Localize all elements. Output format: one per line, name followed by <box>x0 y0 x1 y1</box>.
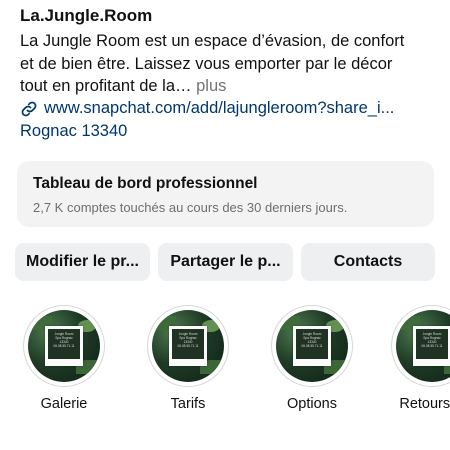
share-profile-button[interactable]: Partager le p... <box>158 243 293 281</box>
highlight-cover-image: Jungle Room Spa Rognac 13340 06.08.55.71.11 <box>396 310 450 382</box>
bio-line-text: tout en profitant de la… <box>20 77 192 95</box>
link-icon <box>21 101 37 116</box>
profile-link[interactable]: www.snapchat.com/add/lajungleroom?share_… <box>20 99 394 118</box>
polaroid-text: Jungle Room Spa Rognac 13340 06.08.55.71.11 <box>296 329 328 359</box>
highlight-cover-image: Jungle Room Spa Rognac 13340 06.08.55.71.11 <box>152 310 224 382</box>
polaroid-frame: Jungle Room Spa Rognac 13340 06.08.55.71.11 <box>45 326 83 366</box>
polaroid-text: Jungle Room Spa Rognac 13340 06.08.55.71.11 <box>48 329 80 359</box>
highlight-cover: Jungle Room Spa Rognac 13340 06.08.55.71.11 <box>23 305 105 387</box>
contacts-button[interactable]: Contacts <box>301 243 435 281</box>
polaroid-frame: Jungle Room Spa Rognac 13340 06.08.55.71.11 <box>169 326 207 366</box>
polaroid-text: Jungle Room Spa Rognac 13340 06.08.55.71.11 <box>416 329 448 359</box>
highlight-cover-image: Jungle Room Spa Rognac 13340 06.08.55.71.11 <box>28 310 100 382</box>
highlight-options[interactable]: Jungle Room Spa Rognac 13340 06.08.55.71.11… <box>262 305 362 412</box>
highlight-label: Retours C <box>399 396 450 412</box>
highlight-cover-image: Jungle Room Spa Rognac 13340 06.08.55.71.11 <box>276 310 348 382</box>
dashboard-title: Tableau de bord professionnel <box>33 175 258 192</box>
profile-username: La.Jungle.Room <box>20 6 153 25</box>
profile-link-text: www.snapchat.com/add/lajungleroom?share_… <box>44 99 395 117</box>
highlight-cover: Jungle Room Spa Rognac 13340 06.08.55.71.11 <box>391 305 450 387</box>
highlight-tarifs[interactable]: Jungle Room Spa Rognac 13340 06.08.55.71.11… <box>138 305 238 412</box>
polaroid-frame: Jungle Room Spa Rognac 13340 06.08.55.71.11 <box>293 326 331 366</box>
polaroid-frame: Jungle Room Spa Rognac 13340 06.08.55.71.11 <box>413 326 450 366</box>
highlight-label: Options <box>287 396 337 412</box>
highlight-retours[interactable]: Jungle Room Spa Rognac 13340 06.08.55.71.11… <box>382 305 450 412</box>
highlight-label: Tarifs <box>170 396 206 412</box>
dashboard-subtitle: 2,7 K comptes touchés au cours des 30 de… <box>33 200 348 215</box>
profile-screen: La.Jungle.Room La Jungle Room est un esp… <box>0 0 450 450</box>
profile-location[interactable]: Rognac 13340 <box>20 122 127 141</box>
polaroid-text: Jungle Room Spa Rognac 13340 06.08.55.71.11 <box>172 329 204 359</box>
highlight-label: Galerie <box>40 396 88 412</box>
highlight-cover: Jungle Room Spa Rognac 13340 06.08.55.71.11 <box>147 305 229 387</box>
profile-bio: La Jungle Room est un espace d’évasion, … <box>20 30 440 98</box>
highlight-cover: Jungle Room Spa Rognac 13340 06.08.55.71.11 <box>271 305 353 387</box>
bio-line: et de bien être. Laissez vous emporter p… <box>20 54 393 73</box>
edit-profile-button[interactable]: Modifier le pr... <box>15 243 150 281</box>
bio-line: tout en profitant de la… plus <box>20 75 440 98</box>
bio-line: La Jungle Room est un espace d’évasion, … <box>20 32 405 50</box>
bio-more-link[interactable]: plus <box>192 77 226 95</box>
professional-dashboard-card[interactable]: Tableau de bord professionnel 2,7 K comp… <box>17 161 434 227</box>
highlight-galerie[interactable]: Jungle Room Spa Rognac 13340 06.08.55.71.11… <box>14 305 114 412</box>
